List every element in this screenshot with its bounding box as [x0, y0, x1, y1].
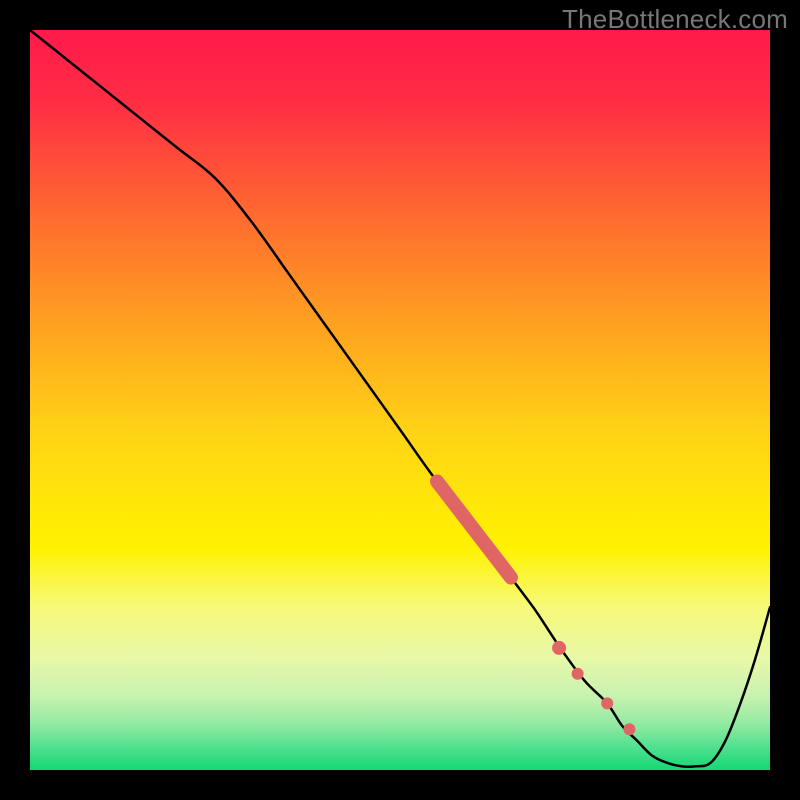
chart-frame: TheBottleneck.com: [0, 0, 800, 800]
plot-area: [30, 30, 770, 770]
watermark-text: TheBottleneck.com: [562, 4, 788, 35]
background-gradient: [30, 30, 770, 770]
